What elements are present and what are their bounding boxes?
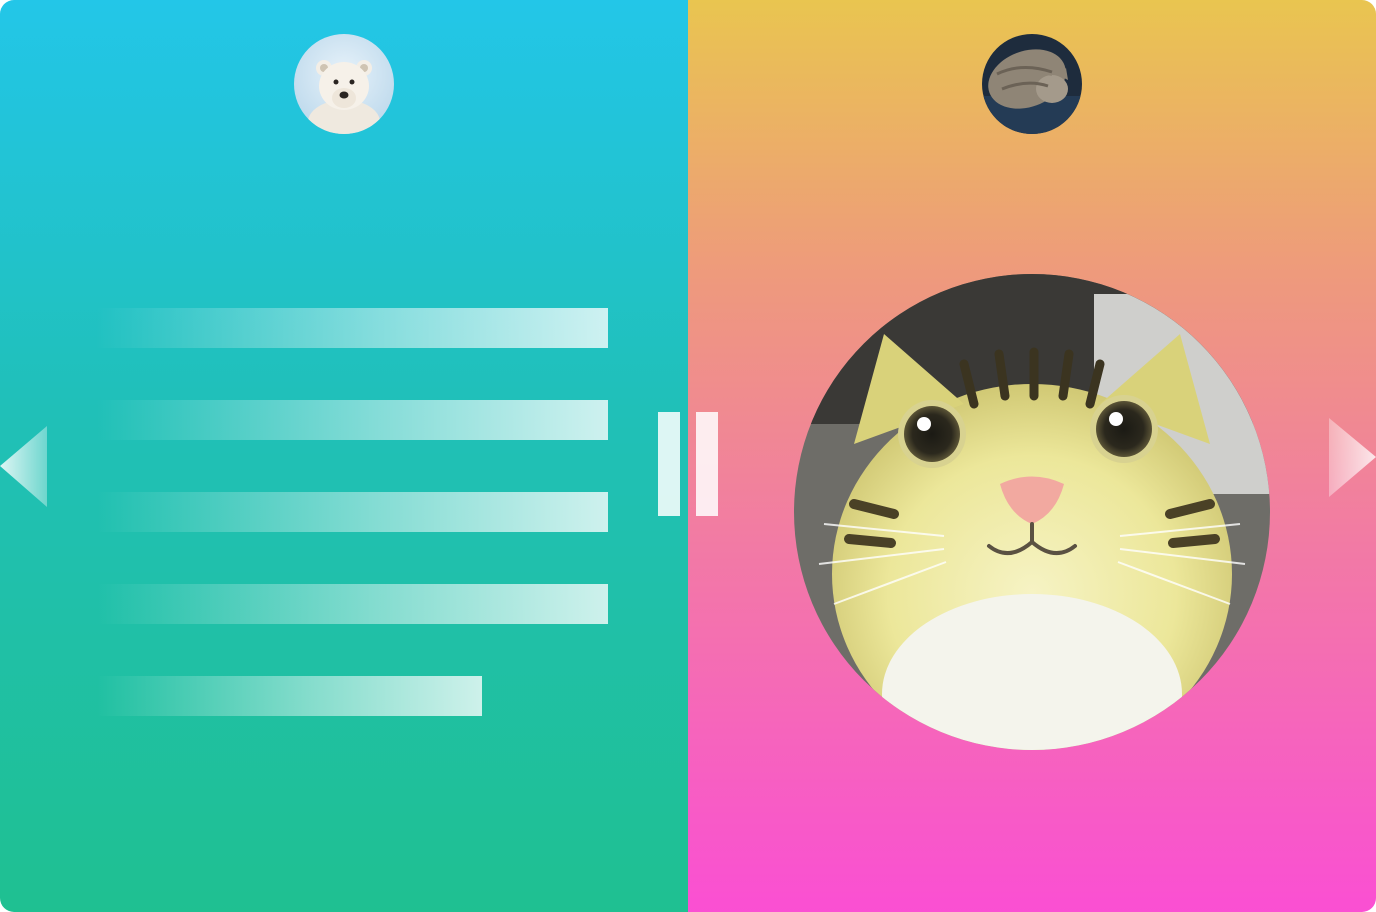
split-view-frame — [0, 0, 1376, 912]
next-button[interactable] — [1329, 418, 1376, 497]
splitter-grip-left[interactable] — [658, 412, 680, 516]
text-line-1 — [96, 308, 608, 348]
cat-avatar[interactable] — [982, 34, 1082, 134]
left-panel — [0, 0, 688, 912]
right-panel — [688, 0, 1376, 912]
previous-button[interactable] — [0, 426, 47, 507]
text-line-3 — [96, 492, 608, 532]
polar-bear-avatar[interactable] — [294, 34, 394, 134]
text-line-5 — [96, 676, 482, 716]
splitter-grip-right[interactable] — [696, 412, 718, 516]
text-line-4 — [96, 584, 608, 624]
chevron-right-icon — [1329, 418, 1376, 497]
text-line-2 — [96, 400, 608, 440]
chevron-left-icon — [0, 426, 47, 507]
smiling-cat-photo — [794, 274, 1270, 750]
